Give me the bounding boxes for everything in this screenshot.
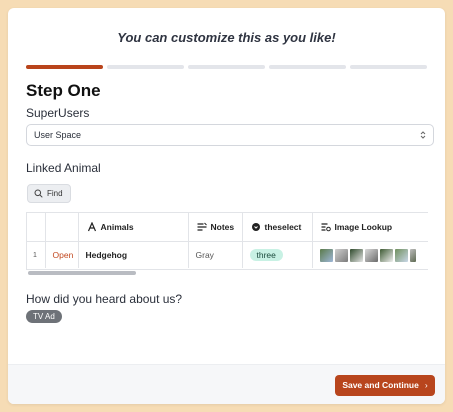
progress-segment-4: [269, 65, 346, 69]
superusers-select[interactable]: User Space: [26, 124, 434, 146]
heard-about-label: How did you heard about us?: [26, 292, 183, 306]
row-number: 1: [27, 241, 46, 268]
image-thumbnail[interactable]: [394, 248, 408, 262]
linked-animal-label: Linked Animal: [26, 161, 101, 175]
open-header: [45, 213, 79, 242]
column-header-notes[interactable]: Notes: [188, 213, 243, 242]
column-header-label: Notes: [210, 221, 235, 232]
save-and-continue-button[interactable]: Save and Continue ›: [335, 375, 435, 396]
select-dot-icon: [251, 223, 260, 232]
row-number-header: [27, 213, 46, 242]
progress-segment-3: [188, 65, 265, 69]
progress-segment-1: [26, 65, 103, 69]
open-record-link[interactable]: Open: [45, 241, 79, 268]
select-pill: three: [249, 249, 283, 261]
form-card: You can customize this as you like! Step…: [8, 8, 445, 404]
image-thumbnail[interactable]: [364, 248, 378, 262]
image-thumbnail[interactable]: [319, 248, 333, 262]
theselect-cell[interactable]: three: [242, 241, 313, 268]
progress-segment-5: [350, 65, 427, 69]
superusers-selected-value: User Space: [34, 130, 82, 140]
column-header-theselect[interactable]: theselect: [242, 213, 313, 242]
scrollbar-thumb[interactable]: [28, 271, 136, 275]
column-header-label: Animals: [100, 221, 134, 232]
step-progress-bar: [26, 65, 427, 69]
form-header-title: You can customize this as you like!: [117, 30, 336, 45]
step-title: Step One: [26, 81, 101, 100]
tv-ad-tag[interactable]: TV Ad: [26, 310, 62, 323]
form-footer: Save and Continue ›: [8, 364, 445, 404]
table-row[interactable]: 1 Open Hedgehog Gray three: [27, 241, 429, 268]
image-thumbnails: [319, 248, 429, 262]
linked-animal-table[interactable]: Animals Notes theselect Image Lookup 1 O…: [26, 212, 428, 270]
find-button[interactable]: Find: [27, 184, 71, 203]
notes-cell[interactable]: Gray: [188, 241, 243, 268]
find-button-label: Find: [47, 189, 63, 198]
image-thumbnail[interactable]: [409, 248, 416, 262]
superusers-label: SuperUsers: [26, 106, 90, 120]
table-horizontal-scrollbar[interactable]: [26, 271, 427, 275]
save-button-label: Save and Continue: [342, 380, 419, 390]
column-header-animals[interactable]: Animals: [78, 213, 189, 242]
animal-cell[interactable]: Hedgehog: [78, 241, 189, 268]
lookup-lines-icon: [321, 223, 331, 232]
chevron-right-icon: ›: [424, 380, 428, 390]
image-lookup-cell[interactable]: [312, 241, 429, 268]
column-header-label: Image Lookup: [334, 221, 393, 232]
search-icon: [34, 189, 43, 198]
image-thumbnail[interactable]: [379, 248, 393, 262]
text-a-icon: [87, 222, 96, 232]
column-header-label: theselect: [264, 221, 302, 232]
chevron-up-down-icon: [420, 131, 426, 139]
progress-segment-2: [107, 65, 184, 69]
table-header-row: Animals Notes theselect Image Lookup: [27, 213, 428, 242]
notes-lines-icon: [197, 223, 207, 231]
image-thumbnail[interactable]: [349, 248, 363, 262]
image-thumbnail[interactable]: [334, 248, 348, 262]
column-header-image-lookup[interactable]: Image Lookup: [312, 213, 428, 242]
